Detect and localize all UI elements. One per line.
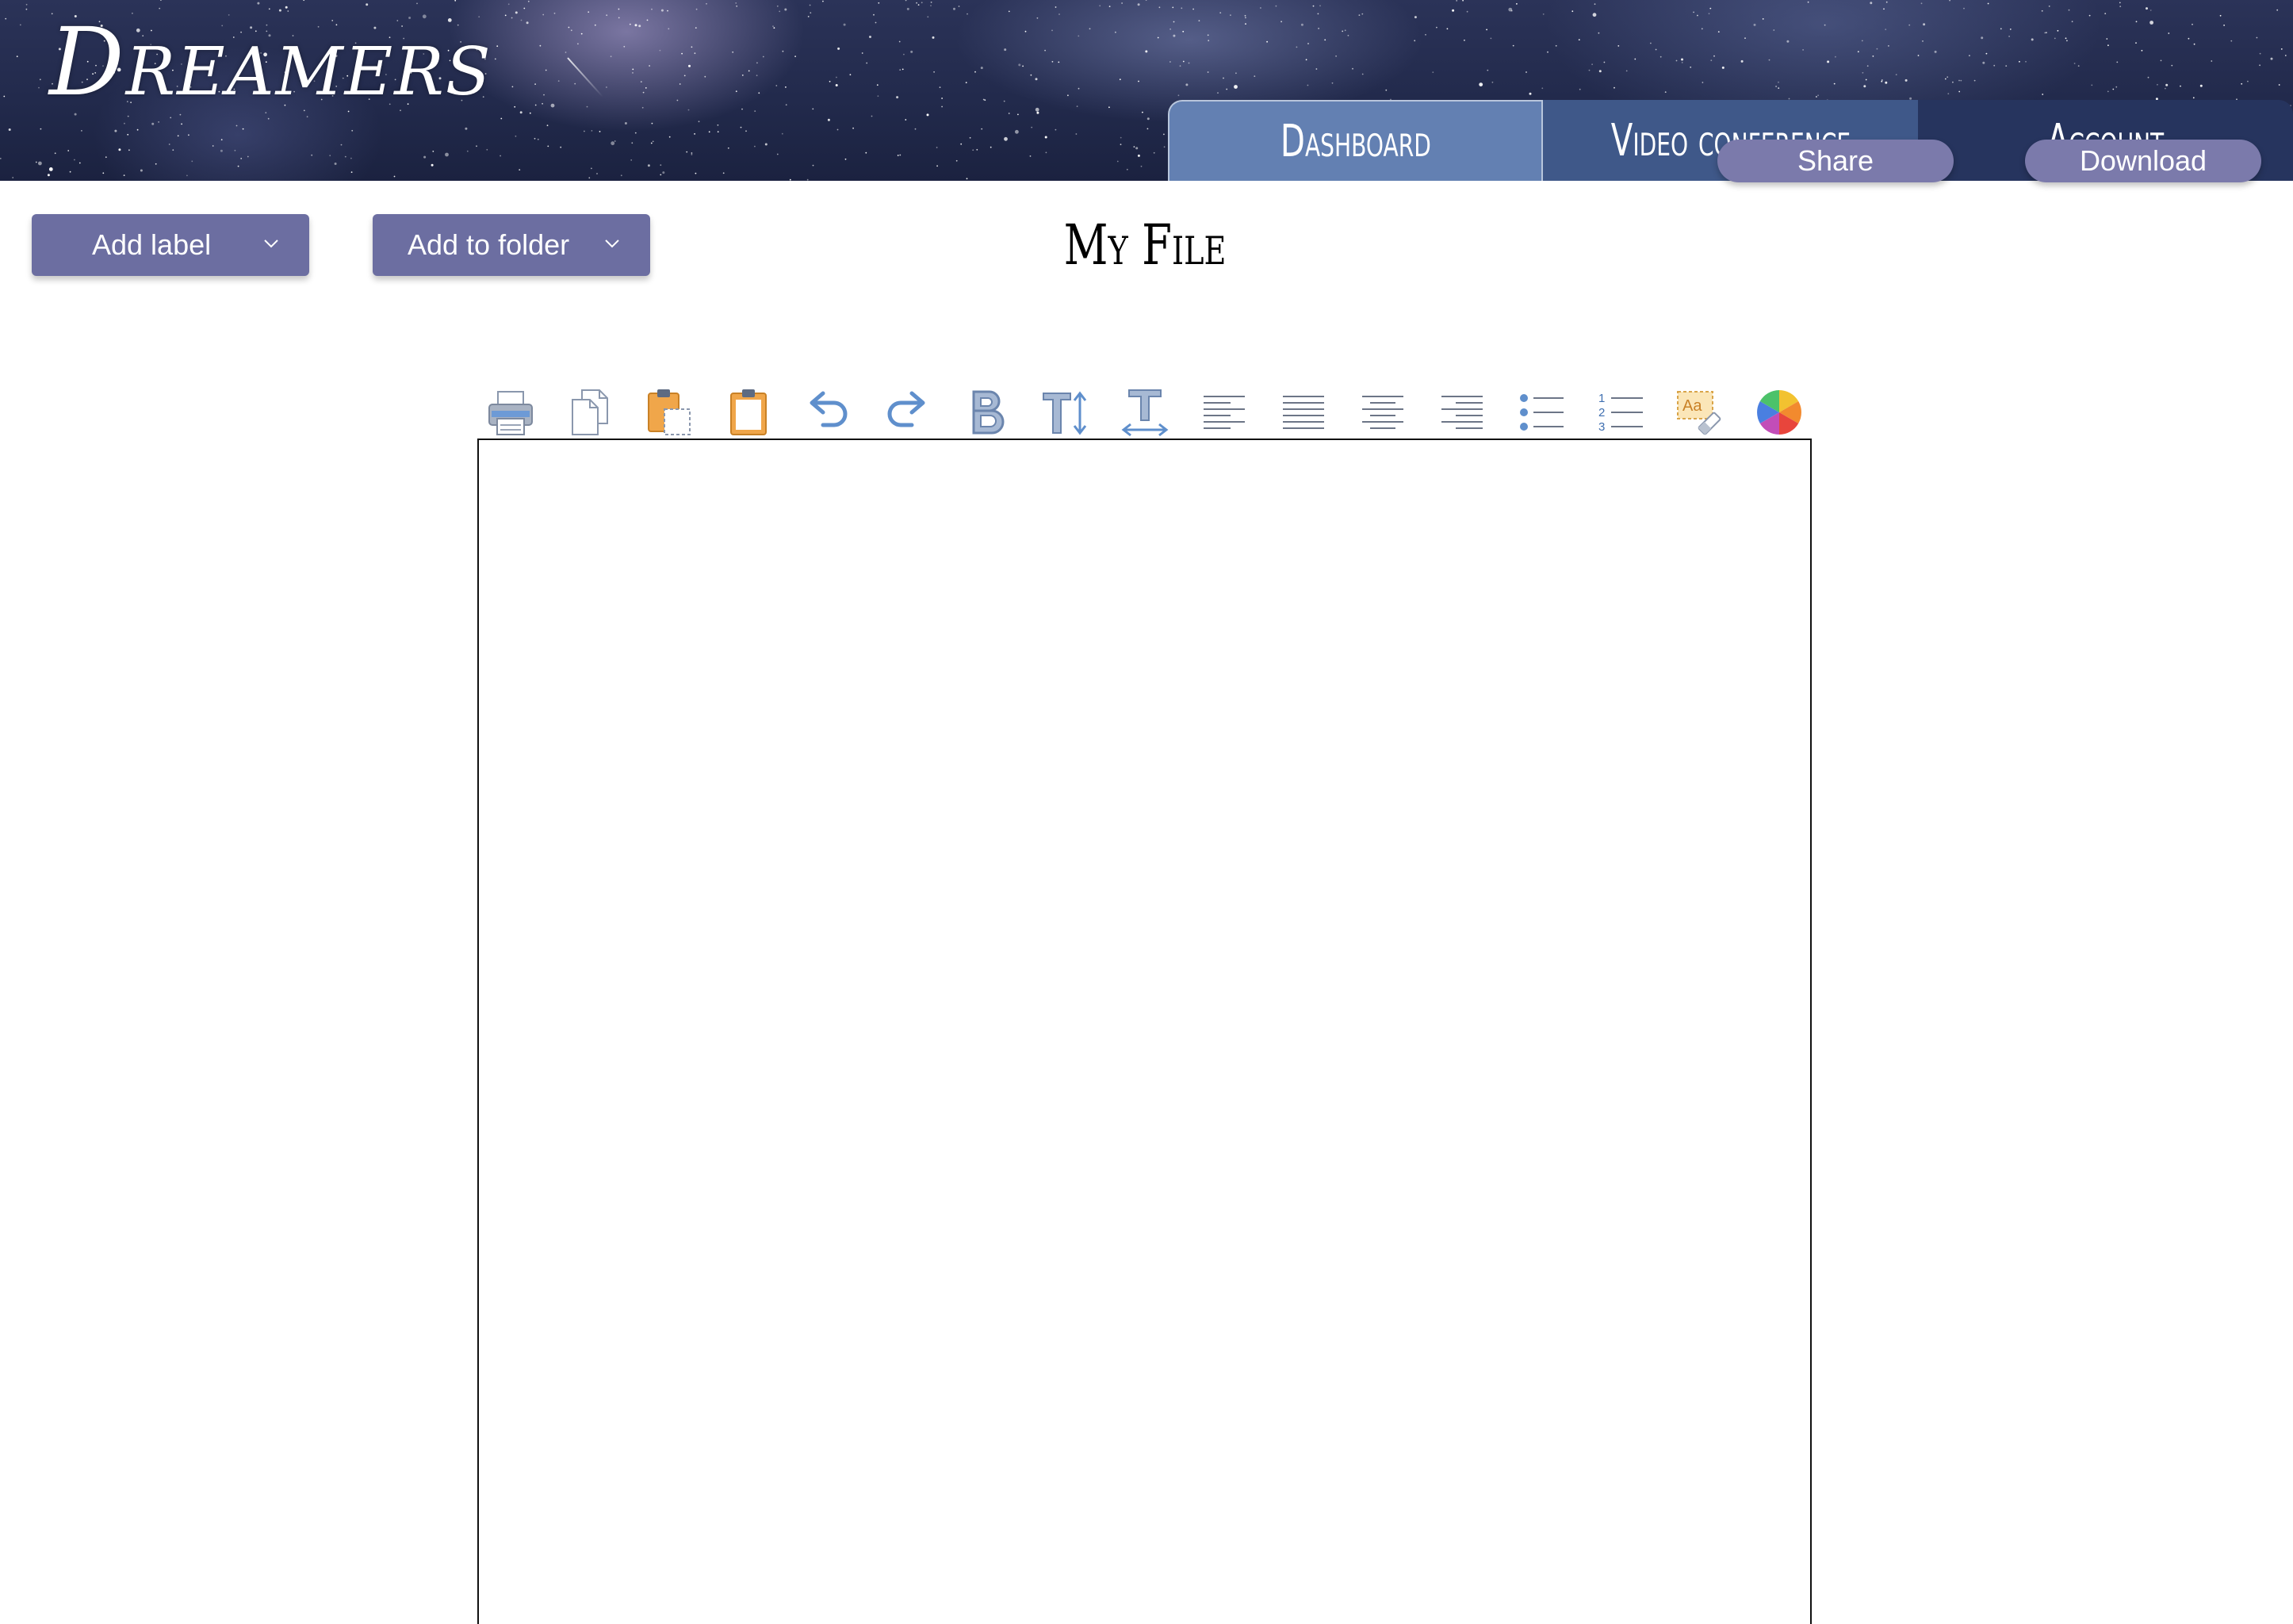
paste-special-icon bbox=[648, 389, 691, 435]
redo-icon bbox=[887, 391, 925, 427]
app-logo[interactable]: Dreamers bbox=[49, 10, 492, 114]
numbered-list-icon: 1 2 3 bbox=[1598, 392, 1643, 434]
add-to-folder-dropdown[interactable]: Add to folder bbox=[373, 214, 650, 276]
print-button[interactable] bbox=[483, 384, 538, 441]
align-right-icon bbox=[1441, 396, 1483, 429]
justify-icon bbox=[1283, 396, 1324, 429]
bold-button[interactable] bbox=[959, 384, 1014, 441]
document-editor[interactable] bbox=[477, 439, 1812, 1624]
clear-formatting-button[interactable]: Aa bbox=[1672, 384, 1728, 441]
numbered-list-button[interactable]: 1 2 3 bbox=[1593, 384, 1648, 441]
align-center-button[interactable] bbox=[1355, 384, 1411, 441]
align-right-button[interactable] bbox=[1434, 384, 1490, 441]
chevron-down-icon bbox=[605, 239, 619, 248]
redo-button[interactable] bbox=[879, 384, 935, 441]
color-picker-icon bbox=[1757, 390, 1801, 435]
list-number-2: 2 bbox=[1598, 406, 1605, 419]
copy-button[interactable] bbox=[562, 384, 618, 441]
text-width-icon bbox=[1121, 389, 1169, 437]
add-to-folder-text: Add to folder bbox=[408, 228, 570, 261]
justify-button[interactable] bbox=[1276, 384, 1331, 441]
paste-special-button[interactable] bbox=[641, 384, 697, 441]
text-width-button[interactable] bbox=[1117, 384, 1173, 441]
list-number-3: 3 bbox=[1598, 420, 1605, 434]
share-button[interactable]: Share bbox=[1717, 140, 1954, 182]
align-left-icon bbox=[1204, 396, 1245, 429]
tab-dashboard-label: Dashboard bbox=[1280, 115, 1431, 167]
add-label-text: Add label bbox=[92, 228, 212, 261]
print-icon bbox=[488, 391, 533, 435]
clear-formatting-icon: Aa bbox=[1677, 391, 1721, 435]
tab-dashboard[interactable]: Dashboard bbox=[1168, 100, 1543, 181]
copy-icon bbox=[572, 389, 608, 435]
align-left-button[interactable] bbox=[1196, 384, 1252, 441]
download-button[interactable]: Download bbox=[2025, 140, 2261, 182]
paste-icon bbox=[730, 389, 767, 435]
clear-formatting-glyph: Aa bbox=[1682, 397, 1702, 415]
bullet-list-button[interactable] bbox=[1514, 384, 1569, 441]
bold-icon bbox=[972, 390, 1005, 435]
add-label-dropdown[interactable]: Add label bbox=[32, 214, 309, 276]
align-center-icon bbox=[1362, 396, 1403, 429]
color-picker-button[interactable] bbox=[1751, 384, 1807, 441]
document-title: My File bbox=[1063, 213, 1227, 278]
chevron-down-icon bbox=[264, 239, 278, 248]
bullet-list-icon bbox=[1520, 394, 1564, 431]
font-size-button[interactable] bbox=[1038, 384, 1093, 441]
undo-icon bbox=[810, 391, 848, 427]
paste-button[interactable] bbox=[721, 384, 776, 441]
editor-toolbar: 1 2 3 Aa bbox=[480, 384, 1804, 441]
list-number-1: 1 bbox=[1598, 392, 1605, 405]
undo-button[interactable] bbox=[800, 384, 856, 441]
font-size-icon bbox=[1043, 391, 1087, 435]
